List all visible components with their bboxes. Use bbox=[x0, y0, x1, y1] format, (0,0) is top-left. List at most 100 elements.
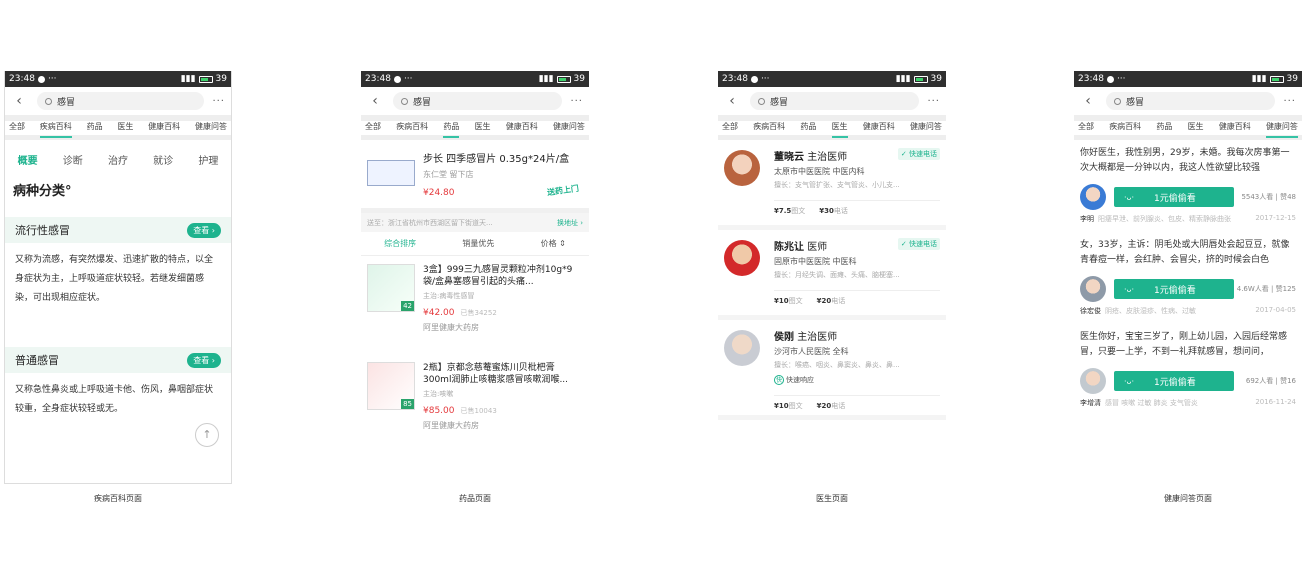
back-icon[interactable]: ‹ bbox=[11, 93, 27, 109]
tab-doctor[interactable]: 医生 bbox=[117, 121, 133, 135]
signal-icon: ▮▮▮ bbox=[1251, 74, 1267, 84]
tab-health-qa[interactable]: 健康问答 bbox=[910, 121, 942, 135]
doctor-card[interactable]: 侯刚 主治医师 沙河市人民医院 全科 擅长：喉癌、咽炎、鼻窦炎、鼻炎、鼻... … bbox=[718, 320, 946, 420]
product-name: 3盒】999三九感冒灵颗粒冲剂10g*9袋/盒鼻塞感冒引起的头痛... bbox=[423, 265, 573, 287]
tab-medicine[interactable]: 药品 bbox=[1156, 121, 1172, 135]
doctor-avatar bbox=[1080, 276, 1106, 302]
section-title: 流行性感冒 bbox=[15, 224, 70, 237]
tab-health-wiki[interactable]: 健康百科 bbox=[148, 121, 180, 135]
tab-health-qa[interactable]: 健康问答 bbox=[553, 121, 585, 135]
chat-icon bbox=[37, 75, 45, 83]
status-bar: 23:48 ··· ▮▮▮ 39 bbox=[1074, 71, 1302, 87]
tab-medicine[interactable]: 药品 bbox=[800, 121, 816, 135]
phone-consult-label: 电话 bbox=[833, 207, 848, 215]
battery-icon bbox=[556, 75, 571, 83]
subtab-overview[interactable]: 概要 bbox=[18, 152, 38, 167]
product-indication: 主治:病毒性感冒 bbox=[423, 292, 475, 300]
subtab-care[interactable]: 护理 bbox=[198, 152, 218, 167]
qa-meta: 李明 阳痿早泄、前列腺炎、包皮、精索静脉曲张 2017-12-15 bbox=[1074, 210, 1302, 224]
view-button[interactable]: 查看 › bbox=[187, 352, 221, 368]
qa-date: 2017-12-15 bbox=[1255, 214, 1296, 222]
back-icon[interactable]: ‹ bbox=[367, 93, 383, 109]
search-input[interactable]: 感冒 bbox=[750, 92, 920, 110]
doctor-avatar bbox=[1080, 184, 1106, 210]
product-shop: 阿里健康大药房 bbox=[423, 421, 479, 430]
battery-level: 39 bbox=[215, 74, 227, 84]
qa-date: 2016-11-24 bbox=[1255, 398, 1296, 406]
search-input[interactable]: 感冒 bbox=[393, 92, 563, 110]
question-text[interactable]: 医生你好，宝宝三岁了，刚上幼儿园，入园后经常感冒，只要一上学，不到一礼拜就感冒，… bbox=[1074, 324, 1302, 362]
doctor-dept: 中医科 bbox=[832, 257, 857, 266]
product-item[interactable]: 42 3盒】999三九感冒灵颗粒冲剂10g*9袋/盒鼻塞感冒引起的头痛... 主… bbox=[361, 256, 589, 354]
qa-meta: 徐宏俊 阴疮、皮肤湿疹、性病、过敏 2017-04-05 bbox=[1074, 302, 1302, 316]
listen-button[interactable]: ·ᴗ· 1元偷偷看 bbox=[1114, 187, 1234, 207]
text-consult-label: 图文 bbox=[791, 207, 806, 215]
tab-all[interactable]: 全部 bbox=[365, 121, 381, 135]
doctor-name: 董晓云 bbox=[774, 152, 804, 163]
back-icon[interactable]: ‹ bbox=[724, 93, 740, 109]
featured-product[interactable]: 步长 四季感冒片 0.35g*24片/盒 东仁堂 留下店 ¥24.80 bbox=[361, 140, 589, 208]
back-to-top-icon[interactable]: ↑ bbox=[195, 423, 219, 447]
tab-doctor[interactable]: 医生 bbox=[831, 121, 848, 138]
change-address-link[interactable]: 换地址 › bbox=[557, 218, 583, 228]
search-icon bbox=[1114, 97, 1121, 105]
doctor-tags: 感冒 咳嗽 过敏 肺炎 支气管炎 bbox=[1105, 399, 1198, 407]
back-icon[interactable]: ‹ bbox=[1080, 93, 1096, 109]
tab-disease[interactable]: 疾病百科 bbox=[753, 121, 785, 135]
more-icon[interactable]: ··· bbox=[927, 96, 940, 107]
sort-default[interactable]: 综合排序 bbox=[384, 238, 416, 249]
caption-doctor-page: 医生页面 bbox=[816, 494, 848, 503]
more-icon[interactable]: ··· bbox=[212, 96, 225, 107]
product-shop: 阿里健康大药房 bbox=[423, 323, 479, 332]
smile-icon: ·ᴗ· bbox=[1124, 284, 1134, 294]
medicine-page-screen: 23:48 ··· ▮▮▮ 39 ‹ 感冒 ··· 全部 疾病百科 药品 医生 健康… bbox=[361, 71, 589, 484]
tab-health-wiki[interactable]: 健康百科 bbox=[1219, 121, 1251, 135]
sort-sales[interactable]: 销量优先 bbox=[462, 238, 494, 249]
tab-health-qa[interactable]: 健康问答 bbox=[1265, 121, 1298, 138]
question-text[interactable]: 你好医生，我性别男，29岁，未婚。我每次房事第一次大概都是一分钟以内，我这人性欲… bbox=[1074, 140, 1302, 178]
doctor-hospital: 固原市中医医院 bbox=[774, 257, 830, 266]
tab-disease[interactable]: 疾病百科 bbox=[396, 121, 428, 135]
change-address-label: 换地址 bbox=[556, 218, 578, 227]
tab-disease[interactable]: 疾病百科 bbox=[1109, 121, 1141, 135]
tab-health-wiki[interactable]: 健康百科 bbox=[863, 121, 895, 135]
product-item[interactable]: 85 2瓶】京都念慈菴蜜炼川贝枇杷膏300ml润肺止咳糖浆感冒咳嗽润喉... 主… bbox=[361, 354, 589, 452]
listen-label: 1元偷偷看 bbox=[1153, 285, 1196, 296]
question-text[interactable]: 女，33岁，主诉：阴毛处或大阴唇处会起豆豆，就像青春痘一样，会红肿、会冒尖，挤的… bbox=[1074, 232, 1302, 270]
tab-all[interactable]: 全部 bbox=[1078, 121, 1094, 135]
sort-price[interactable]: 价格 ⇕ bbox=[541, 238, 566, 249]
tab-medicine[interactable]: 药品 bbox=[87, 121, 103, 135]
listen-button[interactable]: ·ᴗ· 1元偷偷看 bbox=[1114, 279, 1234, 299]
tab-doctor[interactable]: 医生 bbox=[475, 121, 491, 135]
more-icon[interactable]: ··· bbox=[1283, 96, 1296, 107]
subtab-diagnosis[interactable]: 诊断 bbox=[63, 152, 83, 167]
tab-disease[interactable]: 疾病百科 bbox=[39, 121, 72, 138]
listen-button[interactable]: ·ᴗ· 1元偷偷看 bbox=[1114, 371, 1234, 391]
doctor-name: 侯刚 bbox=[774, 332, 794, 343]
search-input[interactable]: 感冒 bbox=[1106, 92, 1276, 110]
doctor-card[interactable]: 董晓云 主治医师 太原市中医医院 中医内科 擅长：支气管扩张、支气管炎、小儿支.… bbox=[718, 140, 946, 230]
caption-medicine-page: 药品页面 bbox=[459, 494, 491, 503]
tab-doctor[interactable]: 医生 bbox=[1188, 121, 1204, 135]
doctor-card[interactable]: 陈兆让 医师 固原市中医医院 中医科 擅长：月经失调、面瘫、头痛、脑梗塞... … bbox=[718, 230, 946, 320]
section-heading: 病种分类° bbox=[13, 184, 72, 199]
search-query: 感冒 bbox=[770, 97, 789, 108]
subtab-visit[interactable]: 就诊 bbox=[153, 152, 173, 167]
caption-disease-page: 疾病百科页面 bbox=[94, 494, 142, 503]
tab-all[interactable]: 全部 bbox=[722, 121, 738, 135]
doctor-skill: 擅长：月经失调、面瘫、头痛、脑梗塞... bbox=[774, 271, 900, 279]
tab-medicine[interactable]: 药品 bbox=[443, 121, 460, 138]
view-button[interactable]: 查看 › bbox=[187, 222, 221, 238]
more-status-icon: ··· bbox=[47, 74, 57, 84]
tab-all[interactable]: 全部 bbox=[9, 121, 25, 135]
search-icon bbox=[45, 97, 52, 105]
subtab-treatment[interactable]: 治疗 bbox=[108, 152, 128, 167]
search-input[interactable]: 感冒 bbox=[37, 92, 205, 110]
tab-health-wiki[interactable]: 健康百科 bbox=[506, 121, 538, 135]
quick-call-label: 快速电话 bbox=[909, 150, 937, 158]
status-time: 23:48 bbox=[1078, 74, 1104, 84]
more-icon[interactable]: ··· bbox=[570, 96, 583, 107]
doctor-avatar bbox=[724, 330, 760, 366]
qa-date: 2017-04-05 bbox=[1255, 306, 1296, 314]
tab-health-qa[interactable]: 健康问答 bbox=[195, 121, 227, 135]
